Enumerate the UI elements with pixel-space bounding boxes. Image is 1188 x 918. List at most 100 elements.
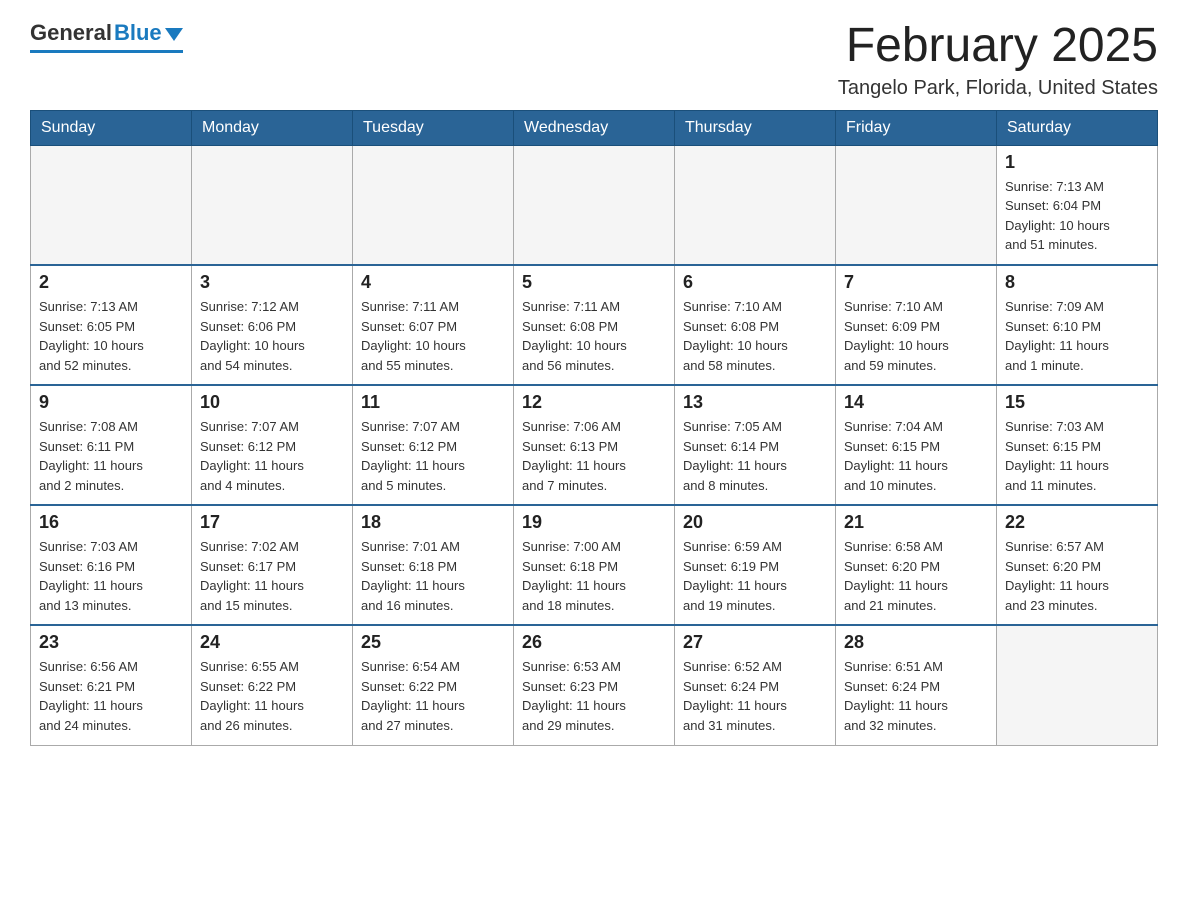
day-number: 23 <box>39 632 183 653</box>
day-number: 1 <box>1005 152 1149 173</box>
day-info: Sunrise: 6:58 AMSunset: 6:20 PMDaylight:… <box>844 537 988 615</box>
day-info: Sunrise: 6:57 AMSunset: 6:20 PMDaylight:… <box>1005 537 1149 615</box>
day-number: 12 <box>522 392 666 413</box>
calendar-cell <box>192 145 353 265</box>
calendar-cell: 22 Sunrise: 6:57 AMSunset: 6:20 PMDayligh… <box>997 505 1158 625</box>
day-number: 3 <box>200 272 344 293</box>
calendar-cell: 13 Sunrise: 7:05 AMSunset: 6:14 PMDayligh… <box>675 385 836 505</box>
calendar-cell: 26 Sunrise: 6:53 AMSunset: 6:23 PMDayligh… <box>514 625 675 745</box>
day-info: Sunrise: 6:55 AMSunset: 6:22 PMDaylight:… <box>200 657 344 735</box>
day-info: Sunrise: 6:51 AMSunset: 6:24 PMDaylight:… <box>844 657 988 735</box>
day-number: 7 <box>844 272 988 293</box>
day-number: 17 <box>200 512 344 533</box>
day-info: Sunrise: 6:53 AMSunset: 6:23 PMDaylight:… <box>522 657 666 735</box>
day-info: Sunrise: 7:12 AMSunset: 6:06 PMDaylight:… <box>200 297 344 375</box>
day-number: 26 <box>522 632 666 653</box>
day-info: Sunrise: 7:01 AMSunset: 6:18 PMDaylight:… <box>361 537 505 615</box>
calendar-cell: 17Sunrise: 7:02 AMSunset: 6:17 PMDayligh… <box>192 505 353 625</box>
day-number: 18 <box>361 512 505 533</box>
day-number: 24 <box>200 632 344 653</box>
calendar-cell <box>675 145 836 265</box>
calendar-week-row: 1 Sunrise: 7:13 AMSunset: 6:04 PMDaylight… <box>31 145 1158 265</box>
day-info: Sunrise: 7:07 AMSunset: 6:12 PMDaylight:… <box>200 417 344 495</box>
day-info: Sunrise: 6:56 AMSunset: 6:21 PMDaylight:… <box>39 657 183 735</box>
day-info: Sunrise: 6:59 AMSunset: 6:19 PMDaylight:… <box>683 537 827 615</box>
calendar-cell: 2 Sunrise: 7:13 AMSunset: 6:05 PMDaylight… <box>31 265 192 385</box>
calendar-week-row: 9Sunrise: 7:08 AMSunset: 6:11 PMDaylight… <box>31 385 1158 505</box>
calendar-cell: 10 Sunrise: 7:07 AMSunset: 6:12 PMDayligh… <box>192 385 353 505</box>
calendar-cell: 23 Sunrise: 6:56 AMSunset: 6:21 PMDayligh… <box>31 625 192 745</box>
day-number: 10 <box>200 392 344 413</box>
day-info: Sunrise: 7:10 AMSunset: 6:08 PMDaylight:… <box>683 297 827 375</box>
day-number: 8 <box>1005 272 1149 293</box>
calendar-week-row: 2 Sunrise: 7:13 AMSunset: 6:05 PMDaylight… <box>31 265 1158 385</box>
day-number: 28 <box>844 632 988 653</box>
calendar-cell: 20Sunrise: 6:59 AMSunset: 6:19 PMDayligh… <box>675 505 836 625</box>
day-info: Sunrise: 7:07 AMSunset: 6:12 PMDaylight:… <box>361 417 505 495</box>
calendar-table: SundayMondayTuesdayWednesdayThursdayFrid… <box>30 110 1158 746</box>
day-number: 5 <box>522 272 666 293</box>
calendar-cell: 4Sunrise: 7:11 AMSunset: 6:07 PMDaylight… <box>353 265 514 385</box>
day-info: Sunrise: 7:03 AMSunset: 6:15 PMDaylight:… <box>1005 417 1149 495</box>
day-info: Sunrise: 7:13 AMSunset: 6:05 PMDaylight:… <box>39 297 183 375</box>
weekday-header-thursday: Thursday <box>675 110 836 145</box>
day-number: 22 <box>1005 512 1149 533</box>
calendar-cell: 15 Sunrise: 7:03 AMSunset: 6:15 PMDayligh… <box>997 385 1158 505</box>
title-block: February 2025 Tangelo Park, Florida, Uni… <box>838 20 1158 100</box>
calendar-cell: 18 Sunrise: 7:01 AMSunset: 6:18 PMDayligh… <box>353 505 514 625</box>
weekday-header-tuesday: Tuesday <box>353 110 514 145</box>
day-number: 2 <box>39 272 183 293</box>
day-number: 25 <box>361 632 505 653</box>
calendar-cell: 19 Sunrise: 7:00 AMSunset: 6:18 PMDayligh… <box>514 505 675 625</box>
calendar-cell <box>353 145 514 265</box>
calendar-cell: 6 Sunrise: 7:10 AMSunset: 6:08 PMDaylight… <box>675 265 836 385</box>
calendar-cell: 12 Sunrise: 7:06 AMSunset: 6:13 PMDayligh… <box>514 385 675 505</box>
calendar-cell <box>514 145 675 265</box>
calendar-cell: 27 Sunrise: 6:52 AMSunset: 6:24 PMDayligh… <box>675 625 836 745</box>
calendar-cell: 8 Sunrise: 7:09 AMSunset: 6:10 PMDaylight… <box>997 265 1158 385</box>
calendar-cell: 11 Sunrise: 7:07 AMSunset: 6:12 PMDayligh… <box>353 385 514 505</box>
day-info: Sunrise: 7:10 AMSunset: 6:09 PMDaylight:… <box>844 297 988 375</box>
day-info: Sunrise: 7:09 AMSunset: 6:10 PMDaylight:… <box>1005 297 1149 375</box>
weekday-header-row: SundayMondayTuesdayWednesdayThursdayFrid… <box>31 110 1158 145</box>
calendar-cell: 16Sunrise: 7:03 AMSunset: 6:16 PMDayligh… <box>31 505 192 625</box>
day-number: 19 <box>522 512 666 533</box>
page-header: General Blue February 2025 Tangelo Park,… <box>30 20 1158 100</box>
day-info: Sunrise: 7:06 AMSunset: 6:13 PMDaylight:… <box>522 417 666 495</box>
day-number: 6 <box>683 272 827 293</box>
day-info: Sunrise: 7:13 AMSunset: 6:04 PMDaylight:… <box>1005 177 1149 255</box>
calendar-cell: 3 Sunrise: 7:12 AMSunset: 6:06 PMDaylight… <box>192 265 353 385</box>
logo: General Blue <box>30 20 183 53</box>
day-number: 13 <box>683 392 827 413</box>
calendar-cell: 14 Sunrise: 7:04 AMSunset: 6:15 PMDayligh… <box>836 385 997 505</box>
day-number: 15 <box>1005 392 1149 413</box>
day-info: Sunrise: 7:11 AMSunset: 6:07 PMDaylight:… <box>361 297 505 375</box>
calendar-subtitle: Tangelo Park, Florida, United States <box>838 77 1158 100</box>
weekday-header-wednesday: Wednesday <box>514 110 675 145</box>
calendar-cell: 25 Sunrise: 6:54 AMSunset: 6:22 PMDayligh… <box>353 625 514 745</box>
day-info: Sunrise: 7:05 AMSunset: 6:14 PMDaylight:… <box>683 417 827 495</box>
day-number: 14 <box>844 392 988 413</box>
weekday-header-monday: Monday <box>192 110 353 145</box>
day-info: Sunrise: 7:11 AMSunset: 6:08 PMDaylight:… <box>522 297 666 375</box>
calendar-cell: 21Sunrise: 6:58 AMSunset: 6:20 PMDayligh… <box>836 505 997 625</box>
day-number: 9 <box>39 392 183 413</box>
day-info: Sunrise: 7:04 AMSunset: 6:15 PMDaylight:… <box>844 417 988 495</box>
calendar-cell: 9Sunrise: 7:08 AMSunset: 6:11 PMDaylight… <box>31 385 192 505</box>
logo-blue-text: Blue <box>114 20 162 46</box>
day-number: 16 <box>39 512 183 533</box>
day-info: Sunrise: 6:52 AMSunset: 6:24 PMDaylight:… <box>683 657 827 735</box>
logo-triangle-icon <box>165 28 183 41</box>
calendar-cell: 7 Sunrise: 7:10 AMSunset: 6:09 PMDaylight… <box>836 265 997 385</box>
logo-underline <box>30 50 183 53</box>
calendar-week-row: 16Sunrise: 7:03 AMSunset: 6:16 PMDayligh… <box>31 505 1158 625</box>
day-number: 27 <box>683 632 827 653</box>
weekday-header-friday: Friday <box>836 110 997 145</box>
logo-general-text: General <box>30 20 112 46</box>
day-number: 11 <box>361 392 505 413</box>
calendar-cell <box>997 625 1158 745</box>
day-info: Sunrise: 7:00 AMSunset: 6:18 PMDaylight:… <box>522 537 666 615</box>
calendar-cell <box>836 145 997 265</box>
calendar-title: February 2025 <box>838 20 1158 73</box>
day-info: Sunrise: 6:54 AMSunset: 6:22 PMDaylight:… <box>361 657 505 735</box>
